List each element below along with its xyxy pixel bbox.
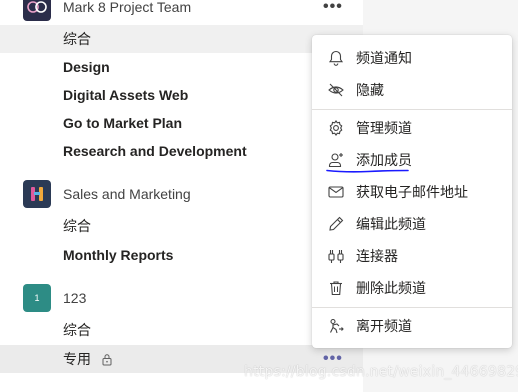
menu-item-delete-channel[interactable]: 删除此频道 — [312, 272, 512, 304]
channel-go-to-market-plan[interactable]: Go to Market Plan — [0, 109, 363, 137]
trash-icon — [327, 279, 345, 297]
channel-research-and-development[interactable]: Research and Development — [0, 137, 363, 165]
menu-item-channel-notifications[interactable]: 频道通知 — [312, 42, 512, 74]
bell-icon — [327, 49, 345, 67]
channel-label: 综合 — [63, 218, 91, 234]
channel-general[interactable]: 综合 — [0, 212, 363, 240]
team-row-sales-marketing[interactable]: Sales and Marketing — [0, 177, 363, 211]
watermark-text: https://blog.csdn.net/weixin_44669829 — [244, 364, 518, 380]
team-avatar: 1 — [23, 284, 51, 312]
menu-item-label: 删除此频道 — [356, 280, 426, 296]
channel-general[interactable]: 综合 — [0, 25, 363, 53]
annotation-underline — [326, 169, 409, 173]
menu-item-get-email-address[interactable]: 获取电子邮件地址 — [312, 176, 512, 208]
team-name: 123 — [63, 290, 87, 306]
channel-label: Monthly Reports — [63, 247, 174, 263]
channel-label: 综合 — [63, 31, 91, 47]
menu-item-label: 获取电子邮件地址 — [356, 184, 468, 200]
channel-monthly-reports[interactable]: Monthly Reports — [0, 241, 363, 269]
team-row-123[interactable]: 1 123 — [0, 281, 363, 315]
connector-icon — [327, 247, 345, 265]
team-name: Mark 8 Project Team — [63, 0, 192, 15]
team-name: Sales and Marketing — [63, 186, 191, 202]
menu-divider — [312, 307, 512, 308]
team-avatar — [23, 180, 51, 208]
menu-item-label: 隐藏 — [356, 82, 384, 98]
menu-item-label: 频道通知 — [356, 50, 412, 66]
lock-icon — [102, 354, 112, 366]
channel-label: Design — [63, 59, 110, 75]
team-avatar — [23, 0, 51, 21]
channel-label: Go to Market Plan — [63, 115, 183, 131]
channel-label: 综合 — [63, 322, 91, 338]
leave-icon — [327, 317, 345, 335]
more-options-icon[interactable]: ••• — [323, 0, 343, 15]
menu-item-label: 连接器 — [356, 248, 398, 264]
channel-digital-assets-web[interactable]: Digital Assets Web — [0, 81, 363, 109]
channel-design[interactable]: Design — [0, 53, 363, 81]
menu-item-manage-channel[interactable]: 管理频道 — [312, 112, 512, 144]
team-row-mark8[interactable]: Mark 8 Project Team ••• — [0, 0, 363, 24]
menu-divider — [312, 109, 512, 110]
menu-item-label: 编辑此频道 — [356, 216, 426, 232]
gear-icon — [327, 119, 345, 137]
more-options-icon[interactable]: ••• — [323, 351, 343, 367]
pencil-icon — [327, 215, 345, 233]
mail-icon — [327, 183, 345, 201]
channel-label: Research and Development — [63, 143, 247, 159]
menu-item-leave-channel[interactable]: 离开频道 — [312, 310, 512, 342]
menu-item-connectors[interactable]: 连接器 — [312, 240, 512, 272]
menu-item-label: 管理频道 — [356, 120, 412, 136]
eye-off-icon — [327, 81, 345, 99]
menu-item-hide[interactable]: 隐藏 — [312, 74, 512, 106]
channel-general[interactable]: 综合 — [0, 316, 363, 344]
team-logo-icon — [27, 1, 47, 13]
channel-label: Digital Assets Web — [63, 87, 189, 103]
teams-sidebar: Mark 8 Project Team ••• 综合 Design Digita… — [0, 0, 363, 392]
menu-item-label: 离开频道 — [356, 318, 412, 334]
channel-label: 专用 — [63, 351, 91, 367]
menu-item-label: 添加成员 — [356, 152, 412, 168]
team-logo-icon — [31, 187, 43, 201]
add-person-icon — [327, 151, 345, 169]
channel-context-menu: 频道通知 隐藏 管理频道 添加成员 获取电子邮件地址 编辑此频道 连接器 删除此… — [312, 35, 512, 348]
team-avatar-letter: 1 — [34, 293, 40, 303]
menu-item-edit-channel[interactable]: 编辑此频道 — [312, 208, 512, 240]
